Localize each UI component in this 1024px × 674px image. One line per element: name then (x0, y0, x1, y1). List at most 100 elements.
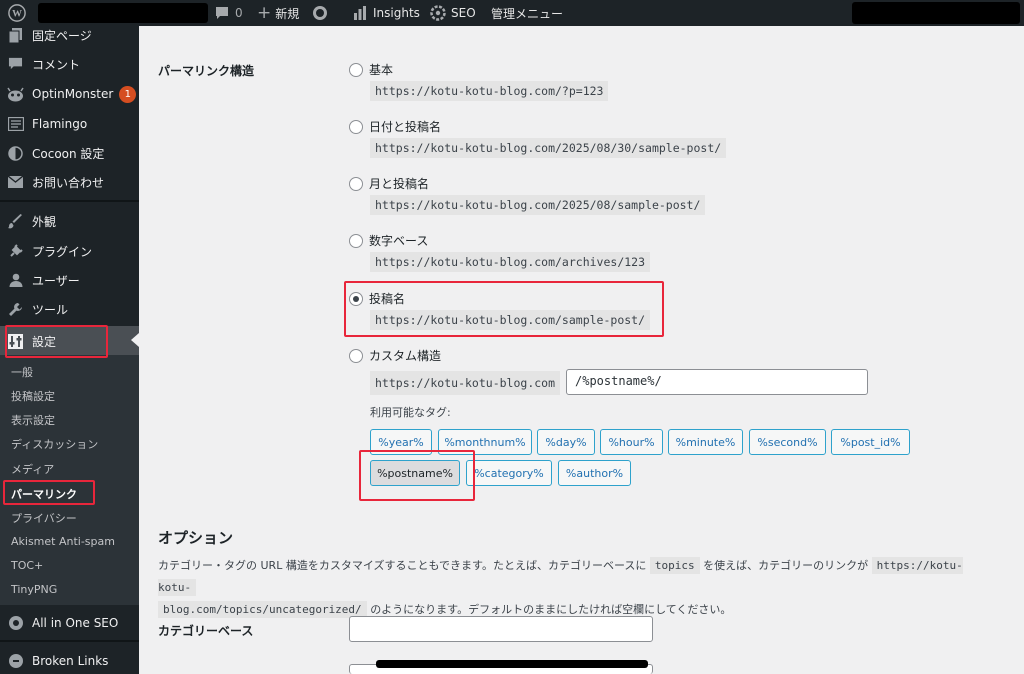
permalink-structure-label: パーマリンク構造 (158, 64, 255, 78)
sidebar-item-contact[interactable]: お問い合わせ (0, 168, 139, 196)
radio-day-name[interactable] (349, 119, 363, 134)
insights-label: Insights (373, 6, 420, 20)
sidebar-item-label: OptinMonster (32, 87, 114, 101)
wrench-icon (7, 301, 24, 318)
radio-plain[interactable] (349, 62, 363, 77)
category-base-label: カテゴリーベース (158, 624, 254, 638)
option-label: 基本 (369, 63, 394, 77)
custom-structure-input[interactable]: /%postname%/ (566, 369, 868, 395)
sidebar-item-aioseo[interactable]: All in One SEO (0, 608, 139, 638)
new-label: 新規 (275, 6, 300, 21)
permalink-option-numeric[interactable]: 数字ベース (349, 232, 428, 249)
admin-menu-label: 管理メニュー (491, 6, 564, 21)
example-url: https://kotu-kotu-blog.com/2025/08/30/sa… (370, 138, 727, 158)
tag-year-button[interactable]: %year% (370, 429, 432, 455)
radio-month-name[interactable] (349, 176, 363, 191)
user-icon (7, 272, 24, 289)
permalink-option-plain[interactable]: 基本 (349, 61, 393, 78)
svg-text:W: W (12, 9, 22, 20)
options-heading: オプション (158, 529, 234, 547)
available-tags-label: 利用可能なタグ: (370, 406, 451, 419)
sidebar-item-pages[interactable]: 固定ページ (0, 21, 139, 49)
seo-label: SEO (451, 6, 476, 20)
example-url: https://kotu-kotu-blog.com/sample-post/ (370, 310, 651, 330)
sidebar-separator (0, 640, 139, 642)
permalink-option-custom[interactable]: カスタム構造 (349, 347, 441, 364)
flamingo-icon (7, 116, 24, 133)
settings-icon (7, 333, 24, 350)
submenu-item-tinypng[interactable]: TinyPNG (11, 583, 57, 596)
sidebar-item-tools[interactable]: ツール (0, 295, 139, 323)
submenu-item-permalink[interactable]: パーマリンク (11, 486, 77, 502)
radio-custom[interactable] (349, 348, 363, 363)
permalink-option-month-name[interactable]: 月と投稿名 (349, 175, 429, 192)
sidebar-item-label: Flamingo (32, 117, 88, 131)
sidebar-item-label: お問い合わせ (32, 175, 105, 190)
desc-code-topics: topics (649, 557, 700, 574)
submenu-item-general[interactable]: 一般 (11, 364, 33, 380)
submenu-item-media[interactable]: メディア (11, 461, 54, 477)
sidebar-item-cocoon[interactable]: Cocoon 設定 (0, 139, 139, 167)
submenu-item-reading[interactable]: 表示設定 (11, 412, 55, 428)
sidebar-item-label: 固定ページ (32, 28, 92, 43)
tag-category-button[interactable]: %category% (466, 460, 552, 486)
permalink-option-post-name[interactable]: 投稿名 (349, 290, 405, 307)
sidebar-item-plugins[interactable]: プラグイン (0, 237, 139, 265)
submenu-item-discussion[interactable]: ディスカッション (11, 436, 98, 452)
tag-postname-button[interactable]: %postname% (370, 460, 460, 486)
submenu-item-toc[interactable]: TOC+ (11, 559, 43, 572)
sidebar-item-appearance[interactable]: 外観 (0, 207, 139, 235)
sidebar-item-settings[interactable]: 設定 (0, 326, 139, 356)
option-label: カスタム構造 (369, 349, 442, 363)
seo-button[interactable]: SEO (424, 0, 482, 26)
redacted-user-name (852, 2, 1020, 24)
aioseo-icon (7, 615, 24, 632)
tag-day-button[interactable]: %day% (537, 429, 595, 455)
updraft-button[interactable] (306, 0, 339, 26)
category-base-input[interactable] (349, 616, 653, 642)
notification-badge: 1 (119, 85, 137, 103)
redacted-site-name (38, 3, 208, 23)
sidebar-item-label: 設定 (32, 334, 57, 349)
admin-menu-button[interactable]: 管理メニュー (485, 0, 569, 26)
sidebar-separator (0, 200, 139, 202)
sidebar-item-label: Cocoon 設定 (32, 146, 105, 161)
sidebar-item-users[interactable]: ユーザー (0, 266, 139, 294)
submenu-item-privacy[interactable]: プライバシー (11, 510, 77, 526)
bar-chart-icon (354, 6, 366, 20)
sidebar-item-optinmonster[interactable]: OptinMonster 1 (0, 80, 139, 108)
sidebar-item-label: コメント (32, 57, 81, 72)
comments-count: 0 (235, 6, 243, 20)
sidebar-item-label: プラグイン (32, 244, 93, 259)
option-label: 投稿名 (369, 292, 406, 306)
tag-post-id-button[interactable]: %post_id% (831, 429, 910, 455)
radio-numeric[interactable] (349, 233, 363, 248)
option-label: 数字ベース (369, 234, 429, 248)
sidebar-item-flamingo[interactable]: Flamingo (0, 110, 139, 138)
submenu-item-writing[interactable]: 投稿設定 (11, 388, 55, 404)
tag-minute-button[interactable]: %minute% (668, 429, 743, 455)
tag-second-button[interactable]: %second% (749, 429, 826, 455)
desc-code-url-b: blog.com/topics/uncategorized/ (158, 601, 367, 618)
page-icon (7, 27, 24, 44)
broken-links-icon (7, 653, 24, 670)
comments-button[interactable]: 0 (208, 0, 249, 26)
sidebar-item-broken-links[interactable]: Broken Links (0, 646, 139, 674)
tag-author-button[interactable]: %author% (558, 460, 631, 486)
options-description: カテゴリー・タグの URL 構造をカスタマイズすることもできます。たとえば、カテ… (158, 555, 988, 621)
new-content-button[interactable]: + 新規 (251, 0, 305, 26)
example-url: https://kotu-kotu-blog.com/?p=123 (370, 81, 609, 101)
cocoon-icon (7, 145, 24, 162)
desc-text: を使えば、カテゴリーのリンクが (703, 559, 869, 572)
insights-button[interactable]: Insights (346, 0, 426, 26)
permalink-option-day-name[interactable]: 日付と投稿名 (349, 118, 441, 135)
desc-text: カテゴリー・タグの URL 構造をカスタマイズすることもできます。たとえば、カテ… (158, 559, 647, 572)
submenu-item-akismet[interactable]: Akismet Anti-spam (11, 535, 115, 548)
sidebar-item-comments[interactable]: コメント (0, 50, 139, 78)
tag-monthnum-button[interactable]: %monthnum% (438, 429, 532, 455)
radio-post-name[interactable] (349, 291, 363, 306)
example-url: https://kotu-kotu-blog.com/2025/08/sampl… (370, 195, 706, 215)
paintbrush-icon (7, 213, 24, 230)
desc-text: のようになります。デフォルトのままにしたければ空欄にしてください。 (370, 603, 732, 616)
tag-hour-button[interactable]: %hour% (600, 429, 663, 455)
